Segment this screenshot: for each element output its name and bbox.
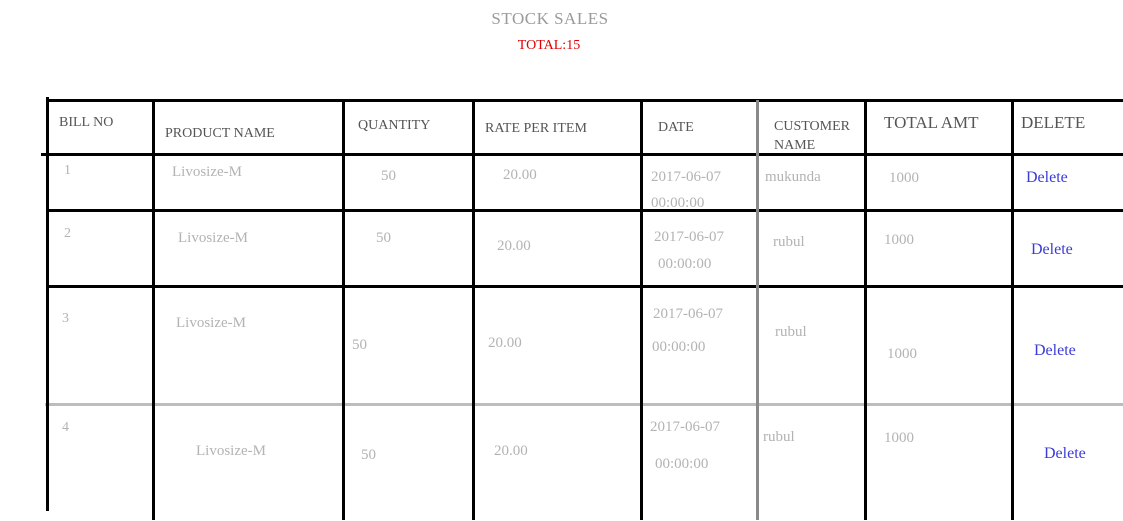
header-date: DATE	[658, 120, 694, 135]
date-cell-day: 2017-06-07	[651, 169, 721, 185]
row-2-bottom-border	[47, 285, 1123, 288]
rate-cell: 20.00	[497, 238, 531, 254]
quantity-cell: 50	[381, 168, 396, 184]
date-cell-day: 2017-06-07	[650, 419, 720, 435]
rate-cell: 20.00	[494, 443, 528, 459]
date-cell-day: 2017-06-07	[653, 306, 723, 322]
product-name-cell: Livosize-M	[172, 164, 242, 180]
rate-cell: 20.00	[503, 167, 537, 183]
customer-name-cell: rubul	[763, 429, 795, 445]
total-amt-cell: 1000	[884, 430, 914, 446]
rate-cell: 20.00	[488, 335, 522, 351]
quantity-cell: 50	[361, 447, 376, 463]
col-border-rate	[640, 100, 643, 520]
total-amt-cell: 1000	[887, 346, 917, 362]
col-border-customer	[864, 100, 867, 520]
row-1-bottom-border	[47, 209, 1123, 212]
table-top-border	[48, 99, 1123, 102]
date-cell-time: 00:00:00	[651, 195, 705, 211]
bill-no-cell: 1	[64, 163, 71, 178]
header-bottom-border	[41, 153, 1123, 156]
date-cell-day: 2017-06-07	[654, 229, 724, 245]
header-rate-per-item: RATE PER ITEM	[485, 121, 587, 136]
header-customer-name-line1: CUSTOMER	[774, 119, 850, 134]
row-3-bottom-border	[45, 403, 1123, 406]
customer-name-cell: rubul	[773, 234, 805, 250]
date-cell-time: 00:00:00	[652, 339, 706, 355]
bill-no-cell: 2	[64, 226, 71, 241]
col-border-total	[1011, 100, 1014, 520]
col-border-bill	[152, 100, 155, 520]
delete-link[interactable]: Delete	[1044, 445, 1086, 463]
total-count: TOTAL:15	[517, 38, 581, 53]
bill-no-cell: 3	[62, 311, 69, 326]
page-title: STOCK SALES	[491, 9, 609, 28]
bill-no-cell: 4	[62, 420, 69, 435]
delete-link[interactable]: Delete	[1031, 241, 1073, 259]
customer-name-cell: rubul	[775, 324, 807, 340]
header-bill-no: BILL NO	[59, 115, 114, 130]
header-product-name: PRODUCT NAME	[165, 126, 275, 141]
col-border-date	[756, 100, 759, 520]
customer-name-cell: mukunda	[765, 169, 821, 185]
header-quantity: QUANTITY	[358, 118, 431, 133]
header-customer-name-line2: NAME	[774, 138, 816, 153]
product-name-cell: Livosize-M	[178, 230, 248, 246]
delete-link[interactable]: Delete	[1026, 169, 1068, 187]
total-amt-cell: 1000	[884, 232, 914, 248]
quantity-cell: 50	[352, 337, 367, 353]
header-delete: DELETE	[1021, 113, 1086, 132]
date-cell-time: 00:00:00	[658, 256, 712, 272]
total-amt-cell: 1000	[889, 170, 919, 186]
product-name-cell: Livosize-M	[196, 443, 266, 459]
date-cell-time: 00:00:00	[655, 456, 709, 472]
delete-link[interactable]: Delete	[1034, 342, 1076, 360]
col-border-product	[342, 100, 345, 520]
col-border-quantity	[472, 100, 475, 520]
quantity-cell: 50	[376, 230, 391, 246]
product-name-cell: Livosize-M	[176, 315, 246, 331]
header-total-amt: TOTAL AMT	[884, 113, 979, 132]
col-border-left	[46, 97, 49, 511]
